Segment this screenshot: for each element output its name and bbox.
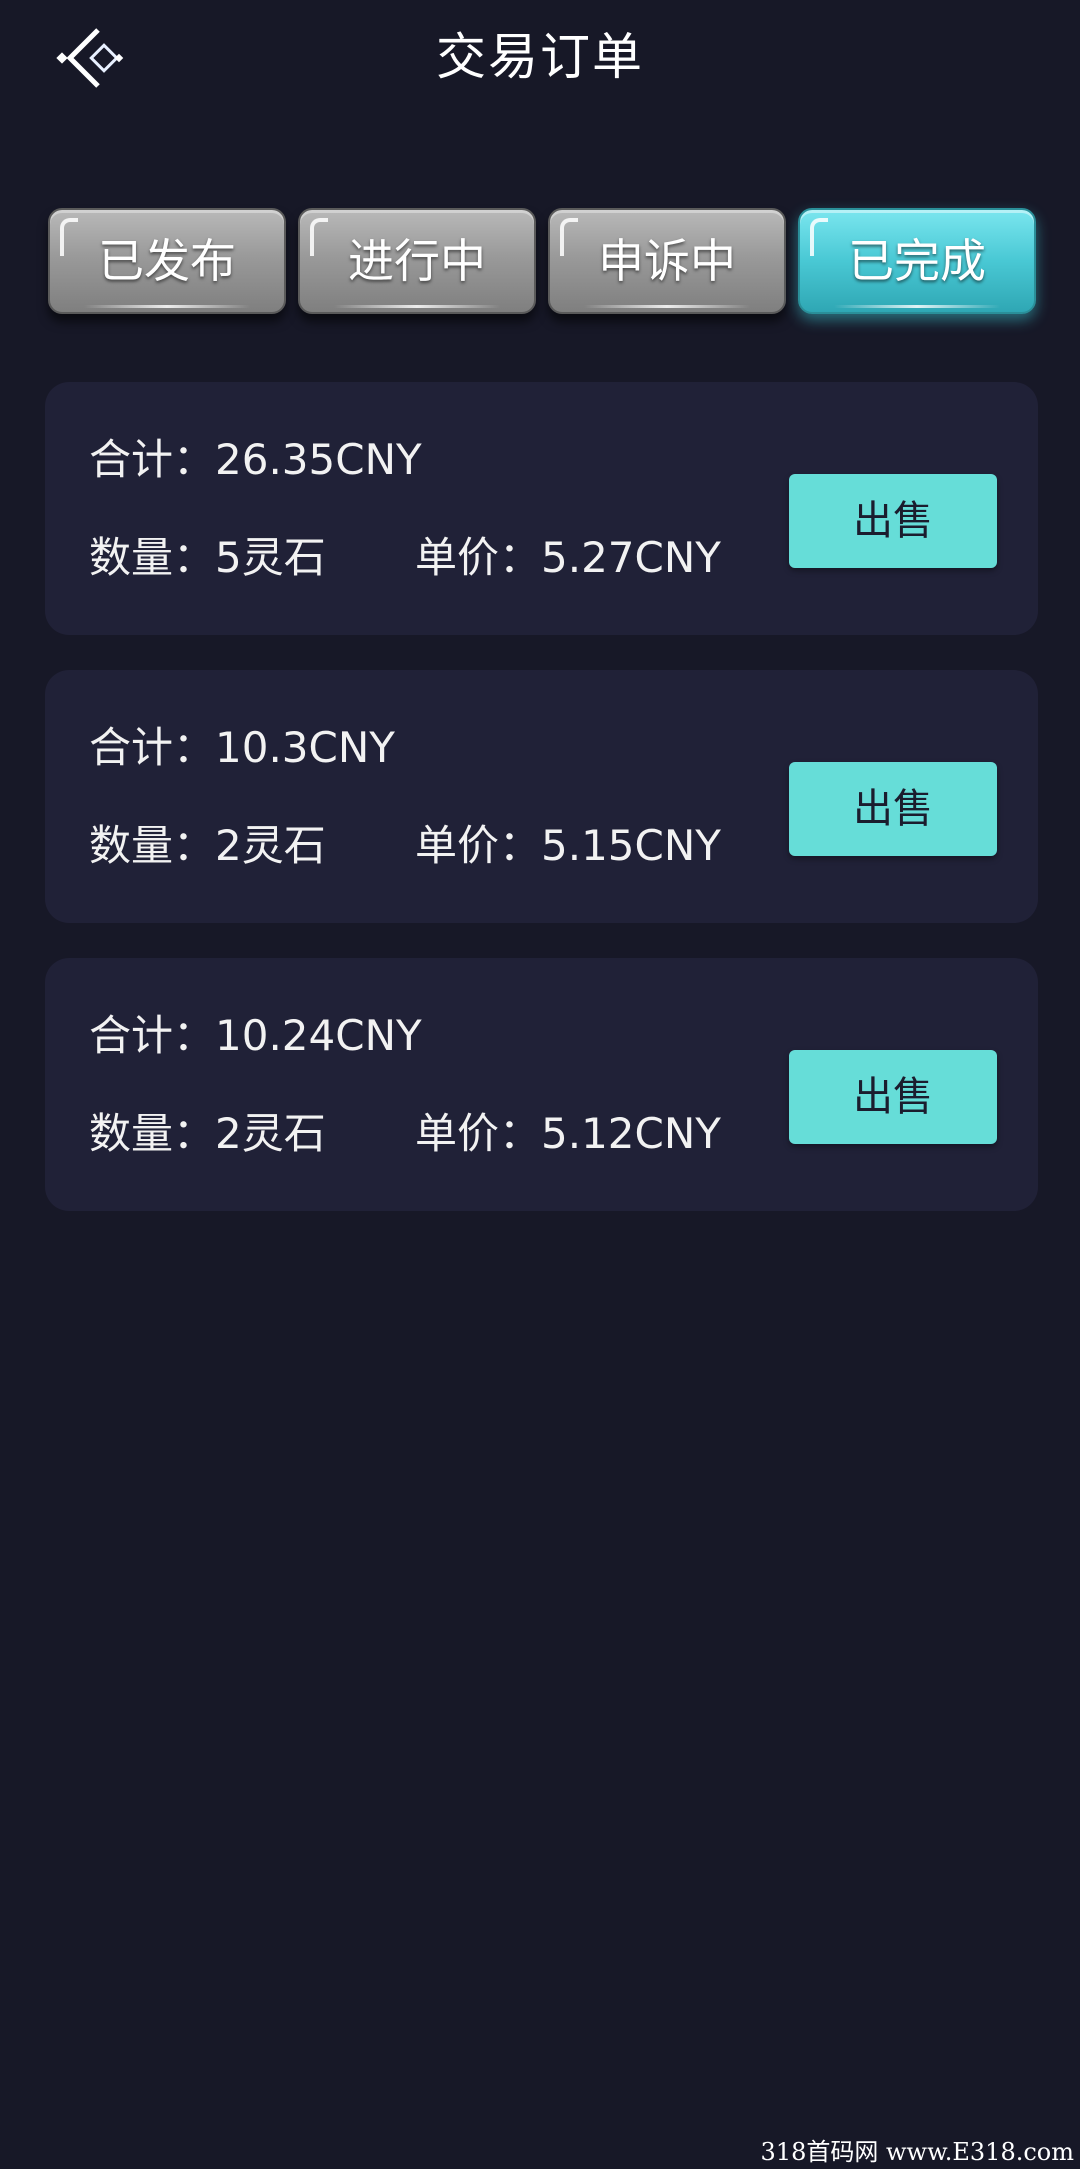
- order-card: 合计：10.24CNY 数量：2灵石 单价：5.12CNY 出售: [45, 958, 1038, 1211]
- watermark: 318首码网 www.E318.com: [760, 2138, 1074, 2166]
- tab-published[interactable]: 已发布: [48, 208, 286, 314]
- order-unit-price: 单价：5.12CNY: [415, 1109, 721, 1158]
- order-total: 合计：10.24CNY: [89, 1011, 422, 1060]
- tab-in-appeal[interactable]: 申诉中: [548, 208, 786, 314]
- sell-button[interactable]: 出售: [789, 474, 997, 568]
- order-card: 合计：10.3CNY 数量：2灵石 单价：5.15CNY 出售: [45, 670, 1038, 923]
- order-total: 合计：26.35CNY: [89, 435, 422, 484]
- sell-button[interactable]: 出售: [789, 762, 997, 856]
- header-bar: 交易订单: [0, 0, 1080, 120]
- order-status-tabs: 已发布 进行中 申诉中 已完成: [48, 208, 1036, 318]
- order-unit-price: 单价：5.27CNY: [415, 533, 721, 582]
- order-quantity: 数量：2灵石: [89, 1109, 326, 1158]
- tab-in-progress[interactable]: 进行中: [298, 208, 536, 314]
- order-unit-price: 单价：5.15CNY: [415, 821, 721, 870]
- order-total: 合计：10.3CNY: [89, 723, 395, 772]
- tab-completed[interactable]: 已完成: [798, 208, 1036, 314]
- order-quantity: 数量：2灵石: [89, 821, 326, 870]
- order-quantity: 数量：5灵石: [89, 533, 326, 582]
- order-card: 合计：26.35CNY 数量：5灵石 单价：5.27CNY 出售: [45, 382, 1038, 635]
- sell-button[interactable]: 出售: [789, 1050, 997, 1144]
- page-title: 交易订单: [436, 28, 644, 86]
